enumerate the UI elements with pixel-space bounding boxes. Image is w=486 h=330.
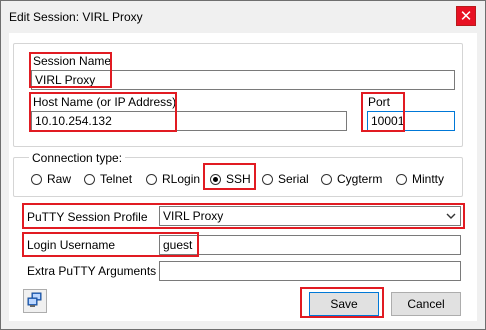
close-icon: ✕ bbox=[459, 7, 473, 25]
profile-select-value: VIRL Proxy bbox=[163, 209, 224, 223]
radio-mintty[interactable]: Mintty bbox=[396, 172, 444, 186]
port-label: Port bbox=[368, 95, 391, 109]
title-bar: Edit Session: VIRL Proxy ✕ bbox=[1, 1, 485, 33]
host-name-input[interactable]: 10.10.254.132 bbox=[31, 111, 347, 131]
cancel-button[interactable]: Cancel bbox=[391, 292, 461, 316]
extra-args-label: Extra PuTTY Arguments bbox=[27, 264, 157, 278]
radio-raw-label: Raw bbox=[47, 172, 72, 186]
port-input[interactable]: 10001 bbox=[367, 111, 455, 131]
radio-telnet-indicator bbox=[84, 173, 95, 185]
chevron-down-icon bbox=[446, 209, 456, 227]
extra-args-input[interactable] bbox=[159, 261, 461, 281]
radio-raw-indicator bbox=[31, 173, 42, 185]
window-title: Edit Session: VIRL Proxy bbox=[9, 10, 143, 24]
save-button[interactable]: Save bbox=[309, 292, 379, 316]
radio-rlogin-label: RLogin bbox=[162, 172, 201, 186]
session-name-input[interactable]: VIRL Proxy bbox=[31, 70, 455, 90]
radio-ssh-indicator bbox=[210, 173, 221, 185]
radio-cygterm-label: Cygterm bbox=[337, 172, 383, 186]
radio-cygterm[interactable]: Cygterm bbox=[321, 172, 382, 186]
login-username-label: Login Username bbox=[27, 238, 116, 252]
radio-mintty-indicator bbox=[396, 173, 407, 185]
login-username-input[interactable]: guest bbox=[159, 235, 461, 255]
sessions-icon-button[interactable] bbox=[23, 289, 47, 313]
network-computers-icon bbox=[27, 292, 43, 311]
radio-ssh-label: SSH bbox=[226, 172, 251, 186]
radio-serial-indicator bbox=[262, 173, 273, 185]
session-name-label: Session Name bbox=[33, 54, 112, 68]
profile-select[interactable]: VIRL Proxy bbox=[159, 206, 461, 226]
radio-rlogin[interactable]: RLogin bbox=[146, 172, 200, 186]
radio-serial[interactable]: Serial bbox=[262, 172, 309, 186]
radio-mintty-label: Mintty bbox=[412, 172, 445, 186]
radio-serial-label: Serial bbox=[278, 172, 309, 186]
radio-cygterm-indicator bbox=[321, 173, 332, 185]
profile-label: PuTTY Session Profile bbox=[27, 210, 148, 224]
radio-telnet-label: Telnet bbox=[100, 172, 133, 186]
close-button[interactable]: ✕ bbox=[456, 6, 476, 26]
host-name-label: Host Name (or IP Address) bbox=[33, 95, 177, 109]
radio-ssh[interactable]: SSH bbox=[210, 172, 251, 186]
radio-telnet[interactable]: Telnet bbox=[84, 172, 132, 186]
radio-raw[interactable]: Raw bbox=[31, 172, 71, 186]
edit-session-dialog: Edit Session: VIRL Proxy ✕ Session Name … bbox=[0, 0, 486, 330]
radio-rlogin-indicator bbox=[146, 173, 157, 185]
dialog-body: Session Name VIRL Proxy Host Name (or IP… bbox=[9, 33, 477, 321]
connection-type-label: Connection type: bbox=[29, 151, 126, 165]
